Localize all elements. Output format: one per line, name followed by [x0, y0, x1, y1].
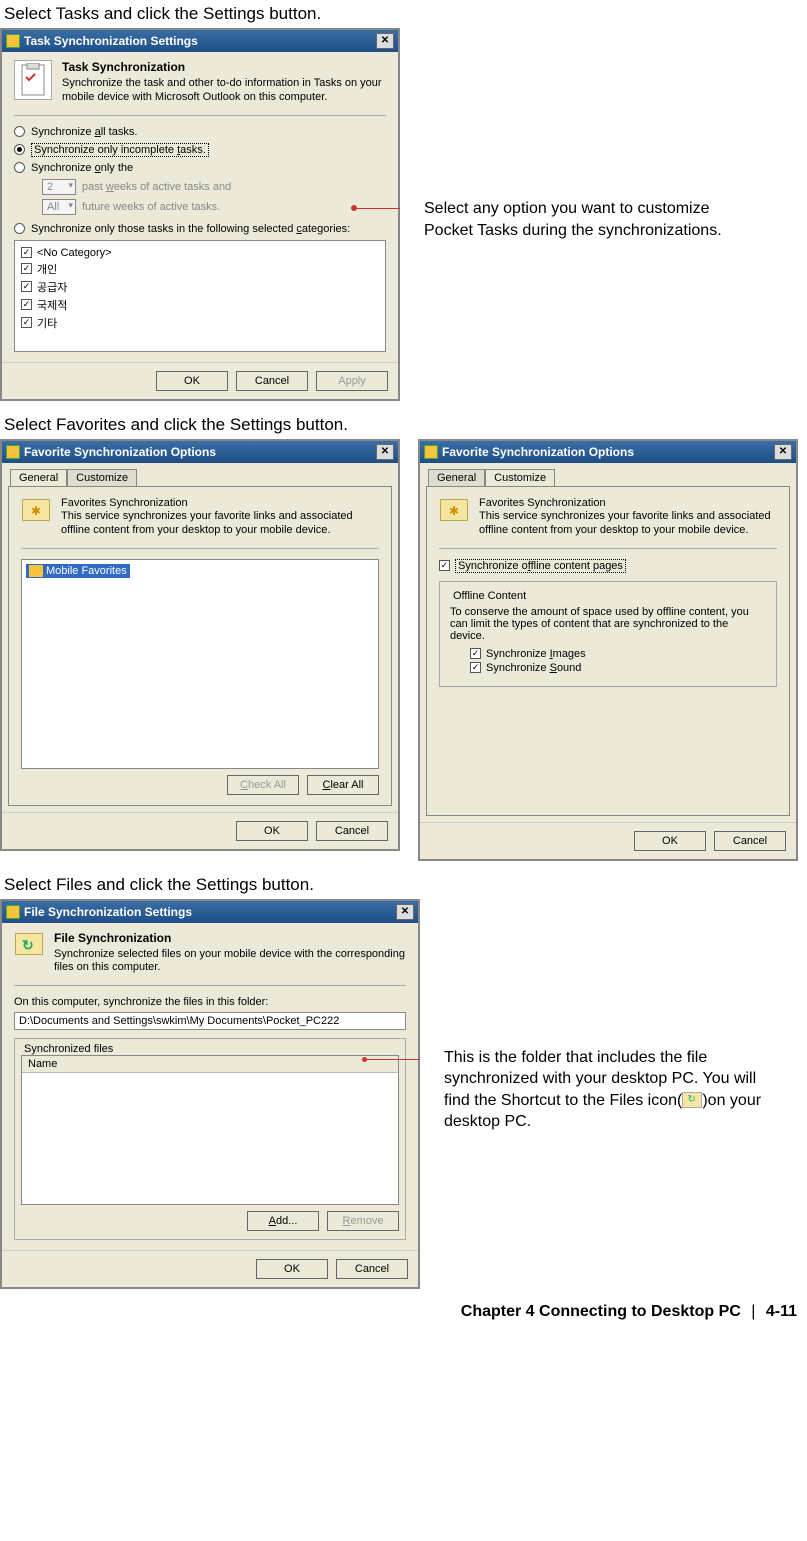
synced-files-legend: Synchronized files: [21, 1043, 116, 1055]
header-desc: This service synchronizes your favorite …: [61, 510, 379, 538]
dialog-title: File Synchronization Settings: [24, 905, 192, 919]
dialog-title: Favorite Synchronization Options: [24, 445, 216, 459]
page-footer: Chapter 4 Connecting to Desktop PC | 4-1…: [0, 1289, 807, 1327]
sync-images-checkbox[interactable]: ✓Synchronize Images: [470, 648, 766, 660]
folder-label: On this computer, synchronize the files …: [14, 996, 406, 1008]
offline-content-desc: To conserve the amount of space used by …: [450, 606, 766, 642]
dialog-title: Favorite Synchronization Options: [442, 445, 634, 459]
ok-button[interactable]: OK: [256, 1259, 328, 1279]
header-title: File Synchronization: [54, 931, 406, 945]
titlebar: Task Synchronization Settings ✕: [2, 30, 398, 52]
cancel-button[interactable]: Cancel: [714, 831, 786, 851]
cancel-button[interactable]: Cancel: [336, 1259, 408, 1279]
app-icon: [6, 34, 20, 48]
header-desc: Synchronize selected files on your mobil…: [54, 948, 406, 976]
tab-customize[interactable]: Customize: [485, 469, 555, 486]
instruction-favorites: Select Favorites and click the Settings …: [4, 415, 807, 435]
radio-categories[interactable]: Synchronize only those tasks in the foll…: [14, 223, 386, 235]
tab-customize[interactable]: Customize: [67, 469, 137, 486]
instruction-tasks: Select Tasks and click the Settings butt…: [4, 4, 807, 24]
app-icon: [6, 905, 20, 919]
radio-incomplete-tasks[interactable]: Synchronize only incomplete tasks.: [14, 143, 386, 157]
check-all-button: CCheck Allheck All: [227, 775, 299, 795]
favorite-sync-dialog-customize: Favorite Synchronization Options ✕ Gener…: [418, 439, 798, 861]
cancel-button[interactable]: Cancel: [236, 371, 308, 391]
folder-icon: ✱: [21, 497, 51, 523]
favorite-sync-dialog-general: Favorite Synchronization Options ✕ Gener…: [0, 439, 400, 851]
clear-all-button[interactable]: Clear All: [307, 775, 379, 795]
close-icon[interactable]: ✕: [774, 444, 792, 460]
header-title: Favorites Synchronization: [479, 497, 777, 511]
sync-sound-checkbox[interactable]: ✓Synchronize Sound: [470, 662, 766, 674]
category-listbox[interactable]: ✓<No Category> ✓개인 ✓공급자 ✓국제적 ✓기타: [14, 240, 386, 352]
ok-button[interactable]: OK: [236, 821, 308, 841]
tab-general[interactable]: General: [10, 469, 67, 486]
tree-item-mobile-favorites[interactable]: Mobile Favorites: [26, 564, 130, 578]
remove-button: Remove: [327, 1211, 399, 1231]
folder-icon: ✱: [439, 497, 469, 523]
close-icon[interactable]: ✕: [376, 33, 394, 49]
column-name: Name: [22, 1056, 398, 1073]
header-title: Task Synchronization: [62, 60, 386, 74]
sync-offline-checkbox[interactable]: ✓ Synchronize offline content pages: [439, 559, 777, 573]
app-icon: [424, 445, 438, 459]
header-desc: Synchronize the task and other to-do inf…: [62, 77, 386, 105]
cancel-button[interactable]: Cancel: [316, 821, 388, 841]
radio-only-the[interactable]: Synchronize only the: [14, 162, 386, 174]
future-weeks-combo[interactable]: All: [42, 199, 76, 215]
past-weeks-combo[interactable]: 2: [42, 179, 76, 195]
file-sync-dialog: File Synchronization Settings ✕ ↻ File S…: [0, 899, 420, 1290]
close-icon[interactable]: ✕: [396, 904, 414, 920]
sync-folder-icon: ↻: [14, 931, 44, 957]
apply-button: Apply: [316, 371, 388, 391]
header-desc: This service synchronizes your favorite …: [479, 510, 777, 538]
add-button[interactable]: Add...: [247, 1211, 319, 1231]
instruction-files: Select Files and click the Settings butt…: [4, 875, 807, 895]
dialog-title: Task Synchronization Settings: [24, 34, 198, 48]
favorites-tree[interactable]: Mobile Favorites: [21, 559, 379, 769]
annotation-files: This is the folder that includes the fil…: [444, 1047, 774, 1133]
folder-icon: [29, 565, 43, 577]
folder-path-field[interactable]: D:\Documents and Settings\swkim\My Docum…: [14, 1012, 406, 1030]
header-title: Favorites Synchronization: [61, 497, 379, 511]
radio-all-tasks[interactable]: Synchronize all tasks.: [14, 126, 386, 138]
app-icon: [6, 445, 20, 459]
ok-button[interactable]: OK: [156, 371, 228, 391]
task-sync-dialog: Task Synchronization Settings ✕ Task Syn…: [0, 28, 400, 401]
offline-content-legend: Offline Content: [450, 590, 529, 602]
ok-button[interactable]: OK: [634, 831, 706, 851]
files-shortcut-icon: [682, 1092, 702, 1108]
tab-general[interactable]: General: [428, 469, 485, 486]
task-icon: [14, 60, 52, 100]
close-icon[interactable]: ✕: [376, 444, 394, 460]
synced-files-list[interactable]: Name: [21, 1055, 399, 1205]
annotation-tasks: Select any option you want to customize …: [424, 198, 754, 241]
